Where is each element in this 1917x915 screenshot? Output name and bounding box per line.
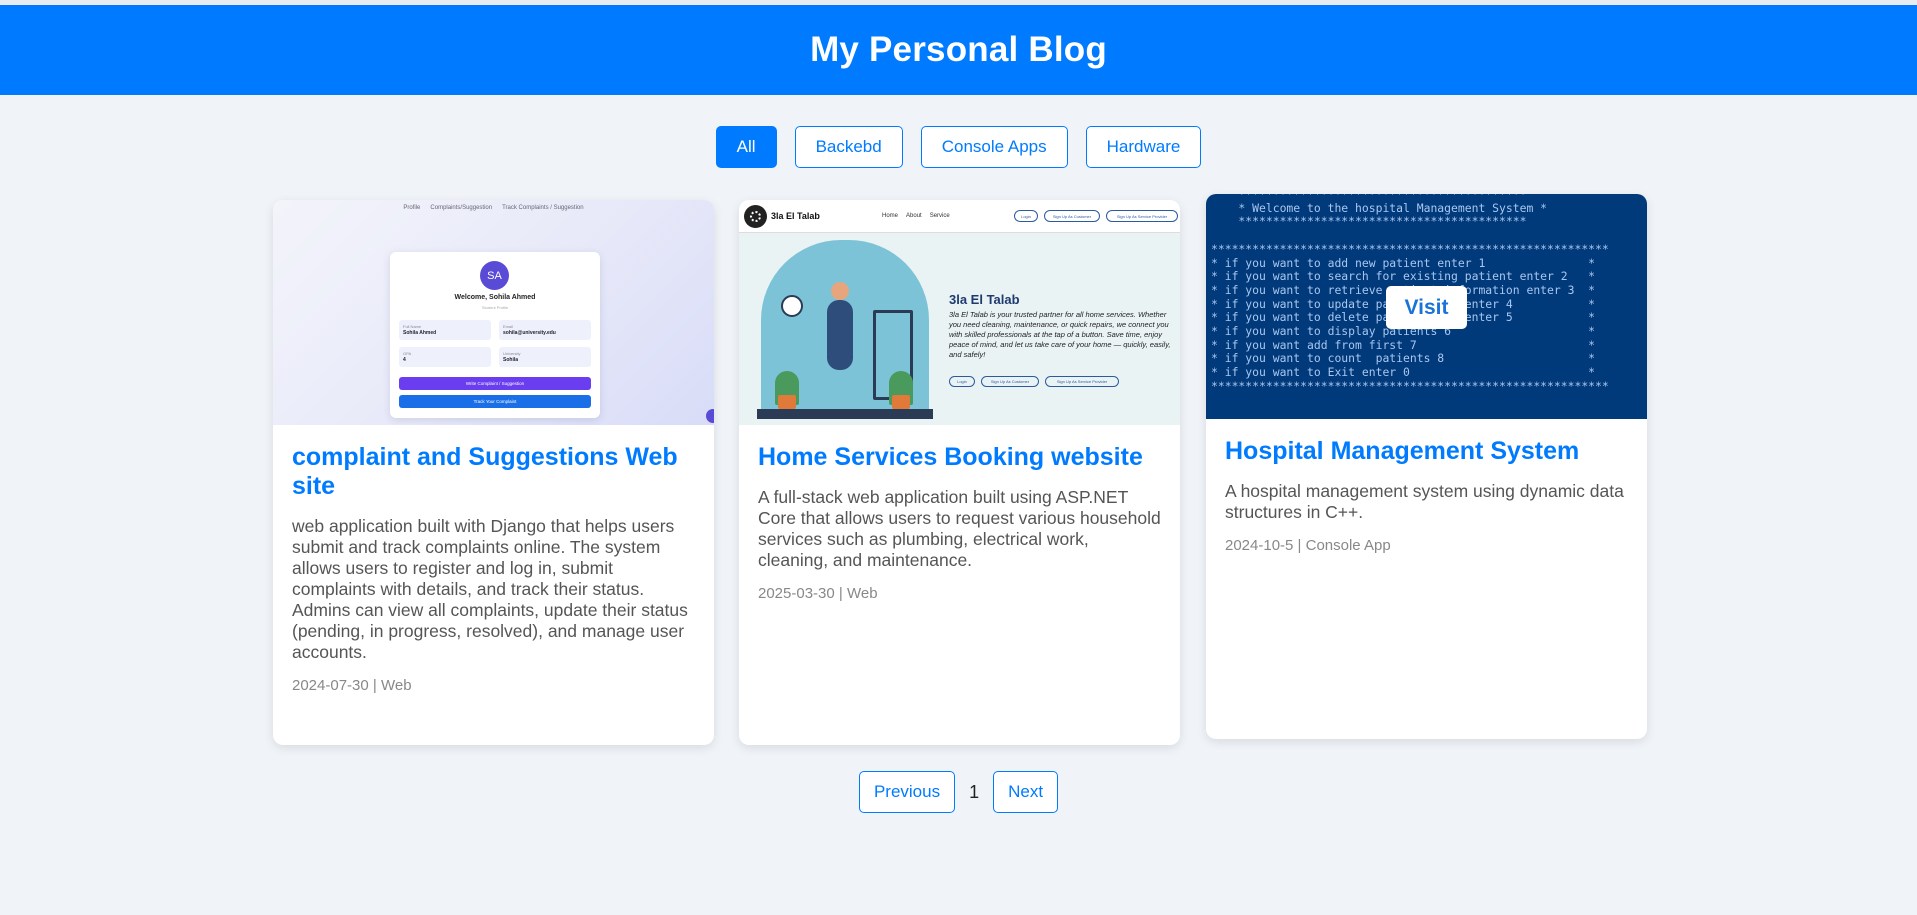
post-body: Home Services Booking website A full-sta…	[739, 425, 1180, 602]
filter-console-apps-button[interactable]: Console Apps	[920, 126, 1068, 168]
post-title[interactable]: Hospital Management System	[1225, 437, 1628, 466]
post-thumbnail[interactable]: 3la El Talab Home About Service Login Si…	[739, 200, 1180, 425]
thumb-profile-panel: SA Welcome, Sohila Ahmed Student Profile…	[390, 252, 600, 418]
thumb-nav: Profile Complaints/Suggestion Track Comp…	[273, 205, 714, 211]
thumb-nav-item: Profile	[403, 205, 421, 211]
post-grid: Profile Complaints/Suggestion Track Comp…	[0, 194, 1917, 755]
post-meta: 2024-10-5 | Console App	[1225, 537, 1391, 554]
field-value: Sohila Ahmed	[403, 330, 437, 336]
post-card-hospital[interactable]: ****************************************…	[1206, 194, 1647, 739]
thumb-links: Home About Service	[882, 213, 950, 219]
previous-page-button[interactable]: Previous	[858, 771, 956, 813]
post-thumbnail[interactable]: Profile Complaints/Suggestion Track Comp…	[273, 200, 714, 425]
thumb-nav-item: About	[906, 213, 922, 219]
thumb-pill: Login	[949, 376, 975, 387]
thumb-welcome: Welcome, Sohila Ahmed	[454, 294, 536, 301]
brand-logo-icon	[744, 205, 767, 228]
filter-backend-button[interactable]: Backebd	[794, 126, 903, 168]
post-description: A full-stack web application built using…	[758, 487, 1161, 570]
avatar: SA	[480, 261, 509, 290]
thumb-pill: Sign Up As Service Provider	[1106, 210, 1178, 222]
thumb-nav-item: Complaints/Suggestion	[430, 205, 493, 211]
field-value: 4	[403, 357, 406, 363]
thumb-pill: Login	[1014, 210, 1038, 222]
thumb-primary-action: Write Complaint / Suggestion	[399, 377, 591, 390]
thumb-field: Email sohila@university.edu	[499, 320, 591, 340]
pagination: Previous 1 Next	[0, 771, 1917, 813]
current-page-number: 1	[969, 781, 980, 802]
field-label: Full Name	[403, 324, 422, 329]
field-label: Email	[503, 324, 514, 329]
post-body: complaint and Suggestions Web site web a…	[273, 425, 714, 694]
filter-hardware-button[interactable]: Hardware	[1085, 126, 1202, 168]
post-title[interactable]: complaint and Suggestions Web site	[292, 443, 695, 501]
site-header: My Personal Blog	[0, 5, 1917, 95]
thumb-pill: Sign Up As Customer	[981, 376, 1039, 387]
post-meta: 2025-03-30 | Web	[758, 585, 878, 602]
thumb-nav-item: Home	[882, 213, 899, 219]
thumb-field: Full Name Sohila Ahmed	[399, 320, 491, 340]
thumb-nav-item: Service	[929, 213, 950, 219]
filter-all-button[interactable]: All	[715, 126, 777, 168]
post-description: web application built with Django that h…	[292, 516, 688, 662]
thumb-pill: Sign Up As Customer	[1044, 210, 1100, 222]
thumb-field: University Sohila	[499, 347, 591, 367]
thumb-heading: 3la El Talab	[949, 292, 1020, 307]
thumb-secondary-action: Track Your Complaint	[399, 395, 591, 408]
post-card-home-services[interactable]: 3la El Talab Home About Service Login Si…	[739, 200, 1180, 745]
thumb-blurb: 3la El Talab is your trusted partner for…	[949, 310, 1171, 359]
thumb-nav-item: Track Complaints / Suggestion	[502, 205, 584, 211]
field-value: sohila@university.edu	[503, 330, 556, 336]
thumb-subtitle: Student Profile	[481, 305, 509, 310]
field-label: GPA	[403, 351, 412, 356]
post-description: A hospital management system using dynam…	[1225, 481, 1624, 522]
post-card-complaints[interactable]: Profile Complaints/Suggestion Track Comp…	[273, 200, 714, 745]
thumb-pill: Sign Up As Service Provider	[1045, 376, 1119, 387]
chat-bubble-icon	[706, 409, 714, 423]
next-page-button[interactable]: Next	[993, 771, 1059, 813]
post-body: Hospital Management System A hospital ma…	[1206, 419, 1647, 554]
thumb-brand: 3la El Talab	[771, 211, 820, 221]
site-title: My Personal Blog	[810, 30, 1107, 69]
post-title[interactable]: Home Services Booking website	[758, 443, 1161, 472]
visit-button[interactable]: Visit	[1386, 286, 1467, 329]
post-thumbnail[interactable]: ****************************************…	[1206, 194, 1647, 419]
field-label: University	[503, 351, 521, 356]
thumb-nav: 3la El Talab Home About Service Login Si…	[739, 200, 1180, 233]
clock-icon	[781, 295, 803, 317]
post-meta: 2024-07-30 | Web	[292, 677, 412, 694]
field-value: Sohila	[503, 357, 519, 363]
category-filters: All Backebd Console Apps Hardware	[0, 126, 1917, 168]
thumb-field: GPA 4	[399, 347, 491, 367]
cleaning-illustration	[757, 240, 933, 419]
